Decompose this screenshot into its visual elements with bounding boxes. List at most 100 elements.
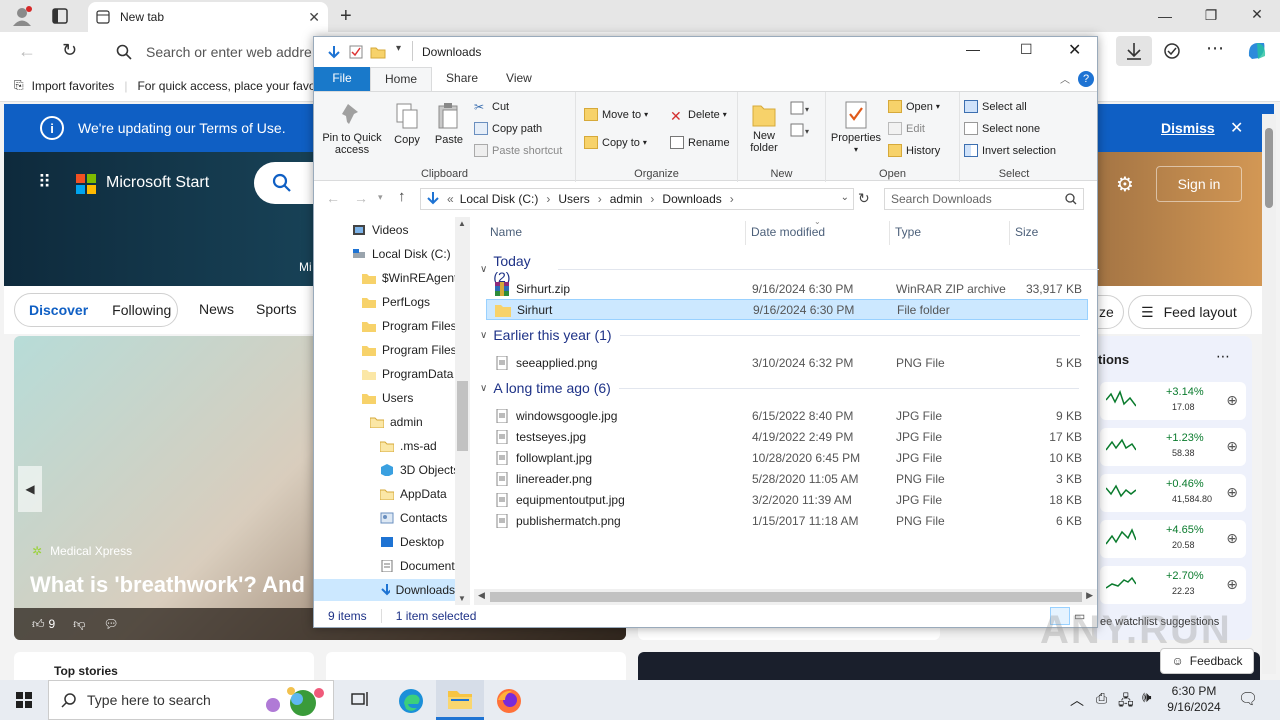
column-name[interactable]: Name	[490, 225, 522, 239]
move-to-button[interactable]: Move to ▾	[584, 108, 648, 121]
file-row[interactable]: followplant.jpg 10/28/2020 6:45 PM JPG Fil…	[486, 447, 1088, 468]
file-explorer-taskbar-icon[interactable]	[436, 680, 484, 720]
group-header-earlier[interactable]: ∨ Earlier this year (1)	[480, 327, 1080, 343]
select-all-button[interactable]: Select all	[964, 100, 1027, 113]
apps-grid-icon[interactable]: ⠿	[38, 172, 51, 193]
maximize-icon[interactable]: ☐	[1020, 41, 1033, 58]
tab-home[interactable]: Home	[370, 67, 433, 91]
tree-item-folder[interactable]: Program Files	[362, 315, 457, 337]
search-downloads-input[interactable]: Search Downloads	[884, 188, 1084, 210]
minimize-icon[interactable]: —	[966, 41, 980, 57]
column-size[interactable]: Size	[1015, 225, 1038, 239]
tree-item-folder[interactable]: $WinREAgent	[362, 267, 457, 289]
firefox-icon[interactable]	[496, 688, 522, 714]
scroll-thumb[interactable]	[457, 381, 468, 451]
tree-item-folder[interactable]: ProgramData	[362, 363, 453, 385]
breadcrumb-admin[interactable]: admin	[610, 192, 643, 206]
new-tab-icon[interactable]: +	[340, 5, 352, 28]
profile-icon[interactable]	[12, 6, 32, 26]
add-stock-icon[interactable]: ⊕	[1226, 438, 1238, 455]
import-favorites-link[interactable]: Import favorites	[32, 79, 115, 93]
new-item-icon[interactable]: ▾	[790, 100, 812, 116]
extensions-icon[interactable]	[1162, 41, 1182, 61]
watchlist-row[interactable]: +1.23% 58.38 ⊕	[1100, 428, 1246, 466]
collapse-icon[interactable]: ∨	[480, 330, 487, 341]
copy-button[interactable]: Copy	[388, 102, 426, 146]
new-folder-qat-icon[interactable]	[370, 44, 386, 60]
close-window-icon[interactable]: ✕	[1234, 6, 1280, 23]
restore-icon[interactable]: ❐	[1188, 7, 1234, 24]
tab-share[interactable]: Share	[432, 67, 492, 91]
tab-sports[interactable]: Sports	[256, 301, 296, 317]
file-row[interactable]: windowsgoogle.jpg 6/15/2022 8:40 PM JPG Fi…	[486, 405, 1088, 426]
scroll-down-icon[interactable]: ▼	[458, 594, 466, 603]
more-icon[interactable]: ⋯	[1206, 38, 1224, 59]
file-row[interactable]: equipmentoutput.jpg 3/2/2020 11:39 AM JPG …	[486, 489, 1088, 510]
breadcrumb-users[interactable]: Users	[558, 192, 589, 206]
address-bar[interactable]: « Local Disk (C:) › Users › admin › Down…	[420, 188, 854, 210]
file-row[interactable]: seeapplied.png 3/10/2024 6:32 PM PNG File 5…	[486, 352, 1088, 373]
start-button[interactable]	[0, 692, 48, 708]
column-date-modified[interactable]: Date modified	[751, 225, 825, 239]
invert-selection-button[interactable]: Invert selection	[964, 144, 1056, 157]
clock[interactable]: 6:30 PM 9/16/2024	[1166, 683, 1222, 715]
pin-quick-access-button[interactable]: Pin to Quick access	[318, 102, 386, 156]
tab-discover[interactable]: Discover	[29, 302, 88, 318]
tree-item-documents[interactable]: Documents	[380, 555, 461, 577]
watchlist-row[interactable]: +0.46% 41,584.80 ⊕	[1100, 474, 1246, 512]
watchlist-more-icon[interactable]: ⋯	[1216, 348, 1230, 365]
tree-scrollbar[interactable]: ▲ ▼	[455, 217, 470, 605]
dislike-icon[interactable]: 👎︎	[73, 617, 85, 632]
tab-actions-icon[interactable]	[52, 8, 68, 24]
watchlist-row[interactable]: +3.14% 17.08 ⊕	[1100, 382, 1246, 420]
properties-button[interactable]: Properties ▾	[828, 100, 884, 156]
tab-following[interactable]: Following	[112, 302, 171, 318]
select-none-button[interactable]: Select none	[964, 122, 1040, 135]
volume-icon[interactable]: 🕪︎	[1142, 689, 1151, 706]
refresh-icon[interactable]: ↻	[62, 40, 77, 61]
up-icon[interactable]: ↑	[398, 188, 406, 205]
tree-item-contacts[interactable]: Contacts	[380, 507, 447, 529]
collapse-ribbon-icon[interactable]: ︿	[1060, 71, 1070, 86]
tree-item-desktop[interactable]: Desktop	[380, 531, 444, 553]
add-stock-icon[interactable]: ⊕	[1226, 484, 1238, 501]
settings-icon[interactable]: ⚙	[1116, 172, 1134, 197]
add-stock-icon[interactable]: ⊕	[1226, 576, 1238, 593]
column-type[interactable]: Type	[895, 225, 921, 239]
scroll-up-icon[interactable]: ▲	[458, 219, 466, 228]
scroll-thumb[interactable]	[490, 592, 1082, 602]
back-icon[interactable]: ←	[18, 41, 36, 62]
network-icon[interactable]: 🖧︎	[1118, 690, 1134, 714]
new-folder-button[interactable]: New folder	[742, 100, 786, 154]
open-button[interactable]: Open ▾	[888, 100, 940, 113]
close-tab-icon[interactable]: ✕	[308, 9, 320, 26]
back-icon[interactable]: ←	[326, 190, 340, 206]
story-title[interactable]: What is 'breathwork'? And	[30, 572, 305, 598]
collapse-icon[interactable]: ∨	[480, 264, 487, 275]
tab-view[interactable]: View	[492, 67, 546, 91]
tab-new-tab[interactable]: New tab ✕	[88, 2, 328, 32]
like-icon[interactable]: 👍︎	[32, 617, 45, 632]
file-row[interactable]: linereader.png 5/28/2020 11:05 AM PNG File…	[486, 468, 1088, 489]
tree-item-local-disk[interactable]: Local Disk (C:)	[352, 243, 451, 265]
copilot-icon[interactable]	[1244, 38, 1270, 64]
tree-item-folder[interactable]: Program Files	[362, 339, 457, 361]
edge-icon[interactable]	[398, 688, 424, 714]
tree-item-videos[interactable]: Videos	[352, 219, 408, 241]
tree-item-folder[interactable]: .ms-ad	[380, 435, 437, 457]
refresh-icon[interactable]: ↻	[858, 190, 870, 207]
forward-icon[interactable]: →	[354, 190, 368, 206]
cut-button[interactable]: ✂ Cut	[474, 100, 509, 114]
tab-news[interactable]: News	[199, 301, 234, 317]
watchlist-row[interactable]: +2.70% 22.23 ⊕	[1100, 566, 1246, 604]
tab-file[interactable]: File	[314, 67, 370, 91]
file-row[interactable]: publishermatch.png 1/15/2017 11:18 AM PNG …	[486, 510, 1088, 531]
paste-button[interactable]: Paste	[430, 102, 468, 146]
watchlist-row[interactable]: +4.65% 20.58 ⊕	[1100, 520, 1246, 558]
page-scrollbar[interactable]	[1262, 114, 1276, 674]
paste-shortcut-button[interactable]: Paste shortcut	[474, 144, 562, 157]
history-button[interactable]: History	[888, 144, 940, 157]
tree-item-appdata[interactable]: AppData	[380, 483, 447, 505]
search-input[interactable]: Search or enter web addre	[100, 38, 340, 66]
scroll-left-icon[interactable]: ◀	[478, 590, 485, 601]
